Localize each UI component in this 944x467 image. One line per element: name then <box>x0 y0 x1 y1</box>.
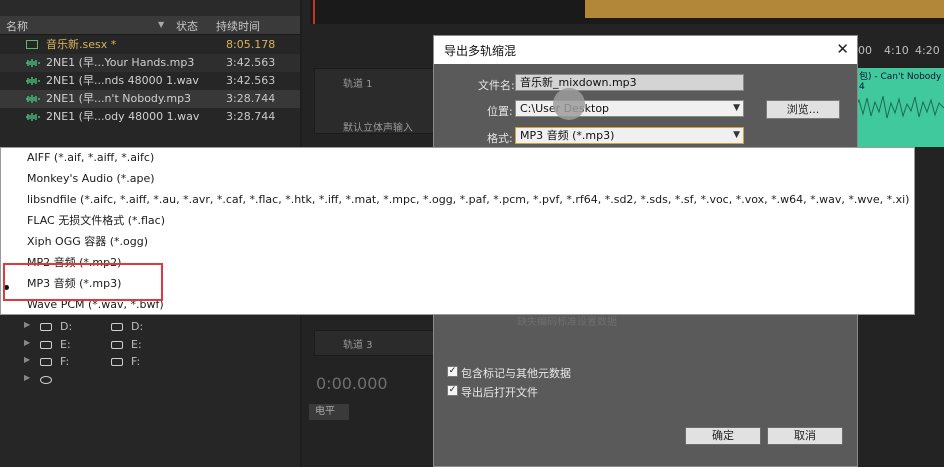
format-option-aiff[interactable]: AIFF (*.aif, *.aiff, *.aifc) <box>27 147 154 168</box>
filename-label: 文件名: <box>478 79 515 92</box>
waveform-icon <box>26 95 40 103</box>
drive-icon <box>40 358 52 366</box>
format-option-flac[interactable]: FLAC 无损文件格式 (*.flac) <box>27 210 165 231</box>
timeline-zoom-bar[interactable] <box>585 0 944 18</box>
expand-arrow-icon[interactable]: ▶ <box>24 338 30 347</box>
filename-input[interactable]: 音乐新_mixdown.mp3 <box>515 74 744 91</box>
track-3-label[interactable]: 轨道 3 <box>343 336 373 351</box>
ruler-tick: 4:10 <box>884 44 909 57</box>
audio-clip[interactable]: 包) - Can't Nobody 4 <box>855 68 944 147</box>
drive-e-right[interactable]: E: <box>95 338 215 354</box>
include-markers-label[interactable]: 包含标记与其他元数据 <box>461 365 571 381</box>
format-option-ogg[interactable]: Xiph OGG 容器 (*.ogg) <box>27 231 148 252</box>
track-3-header[interactable]: 轨道 3 <box>314 330 436 356</box>
expand-arrow-icon[interactable]: ▶ <box>24 355 30 364</box>
waveform-icon <box>26 77 40 85</box>
drive-icon <box>40 323 52 331</box>
time-display: 0:00.000 <box>316 374 388 393</box>
cancel-button[interactable]: 取消 <box>767 427 843 445</box>
file-name: 音乐新.sesx * <box>46 38 117 51</box>
file-name: 2NE1 (早...Your Hands.mp3 <box>46 56 195 69</box>
file-name: 2NE1 (早...nds 48000 1.wav <box>46 74 199 87</box>
drive-d-right[interactable]: D: <box>95 320 215 336</box>
drive-icon <box>40 341 52 349</box>
redaction-blur <box>553 88 585 120</box>
network-drive-icon <box>40 376 52 384</box>
session-icon <box>26 40 38 49</box>
ruler-tick: 4:20 <box>915 44 940 57</box>
waveform-icon <box>26 113 40 121</box>
clip-waveform <box>855 95 944 119</box>
column-name[interactable]: 名称 <box>6 18 28 34</box>
expand-arrow-icon[interactable]: ▶ <box>24 373 30 382</box>
format-value: MP3 音频 (*.mp3) <box>520 129 615 142</box>
format-label: 格式: <box>487 132 513 145</box>
file-duration: 3:28.744 <box>226 110 276 123</box>
file-row-selected[interactable]: 2NE1 (早...n't Nobody.mp3 3:28.744 <box>0 90 300 108</box>
sort-arrow-icon[interactable]: ▼ <box>158 20 164 29</box>
chevron-down-icon[interactable]: ▼ <box>733 128 740 143</box>
waveform-icon <box>26 59 40 67</box>
playhead[interactable] <box>313 0 315 24</box>
open-after-export-checkbox[interactable]: ✓ <box>447 385 458 396</box>
file-duration: 3:42.563 <box>226 74 276 87</box>
expand-arrow-icon[interactable]: ▶ <box>24 320 30 329</box>
close-icon[interactable]: ✕ <box>836 40 849 58</box>
input-label[interactable]: 默认立体声输入 <box>343 119 413 134</box>
track-1-label[interactable]: 轨道 1 <box>343 75 373 90</box>
format-combobox[interactable]: MP3 音频 (*.mp3) ▼ <box>515 127 744 144</box>
selection-highlight-box <box>3 263 163 301</box>
drive-icon <box>111 358 123 366</box>
files-toolbar <box>0 0 300 16</box>
dialog-titlebar[interactable]: 导出多轨缩混 ✕ <box>434 36 857 64</box>
include-markers-checkbox[interactable]: ✓ <box>447 366 458 377</box>
format-settings-hint: 缺失编码标准设置数据 <box>517 317 617 328</box>
levels-tab[interactable]: 电平 <box>309 404 349 420</box>
format-option-ape[interactable]: Monkey's Audio (*.ape) <box>27 168 155 189</box>
file-row[interactable]: 2NE1 (早...ody 48000 1.wav 3:28.744 <box>0 108 300 126</box>
file-duration: 3:42.563 <box>226 56 276 69</box>
drive-f-right[interactable]: F: <box>95 355 215 371</box>
files-column-header: 名称 ▼ 状态 持续时间 <box>0 16 300 35</box>
file-name: 2NE1 (早...n't Nobody.mp3 <box>46 92 192 105</box>
file-row-session[interactable]: 音乐新.sesx * 8:05.178 <box>0 36 300 54</box>
drive-icon <box>111 323 123 331</box>
file-row[interactable]: 2NE1 (早...nds 48000 1.wav 3:42.563 <box>0 72 300 90</box>
chevron-down-icon[interactable]: ▼ <box>733 101 740 116</box>
open-after-export-label[interactable]: 导出后打开文件 <box>461 384 538 400</box>
ruler-tick: 00 <box>858 44 872 57</box>
column-status[interactable]: 状态 <box>176 18 198 34</box>
track-1-header[interactable]: 轨道 1 默认立体声输入 <box>314 68 436 134</box>
column-duration[interactable]: 持续时间 <box>216 18 260 34</box>
location-combobox[interactable]: C:\User Desktop ▼ <box>515 100 744 117</box>
format-option-libsndfile[interactable]: libsndfile (*.aifc, *.aiff, *.au, *.avr,… <box>27 189 909 210</box>
drive-c[interactable]: ▶ <box>24 373 144 389</box>
ok-button[interactable]: 确定 <box>685 427 761 445</box>
file-row[interactable]: 2NE1 (早...Your Hands.mp3 3:42.563 <box>0 54 300 72</box>
file-duration: 3:28.744 <box>226 92 276 105</box>
browse-button[interactable]: 浏览... <box>766 100 840 119</box>
location-label: 位置: <box>487 105 513 118</box>
file-duration: 8:05.178 <box>226 38 276 51</box>
drive-icon <box>111 341 123 349</box>
file-name: 2NE1 (早...ody 48000 1.wav <box>46 110 200 123</box>
dialog-title: 导出多轨缩混 <box>444 44 517 58</box>
